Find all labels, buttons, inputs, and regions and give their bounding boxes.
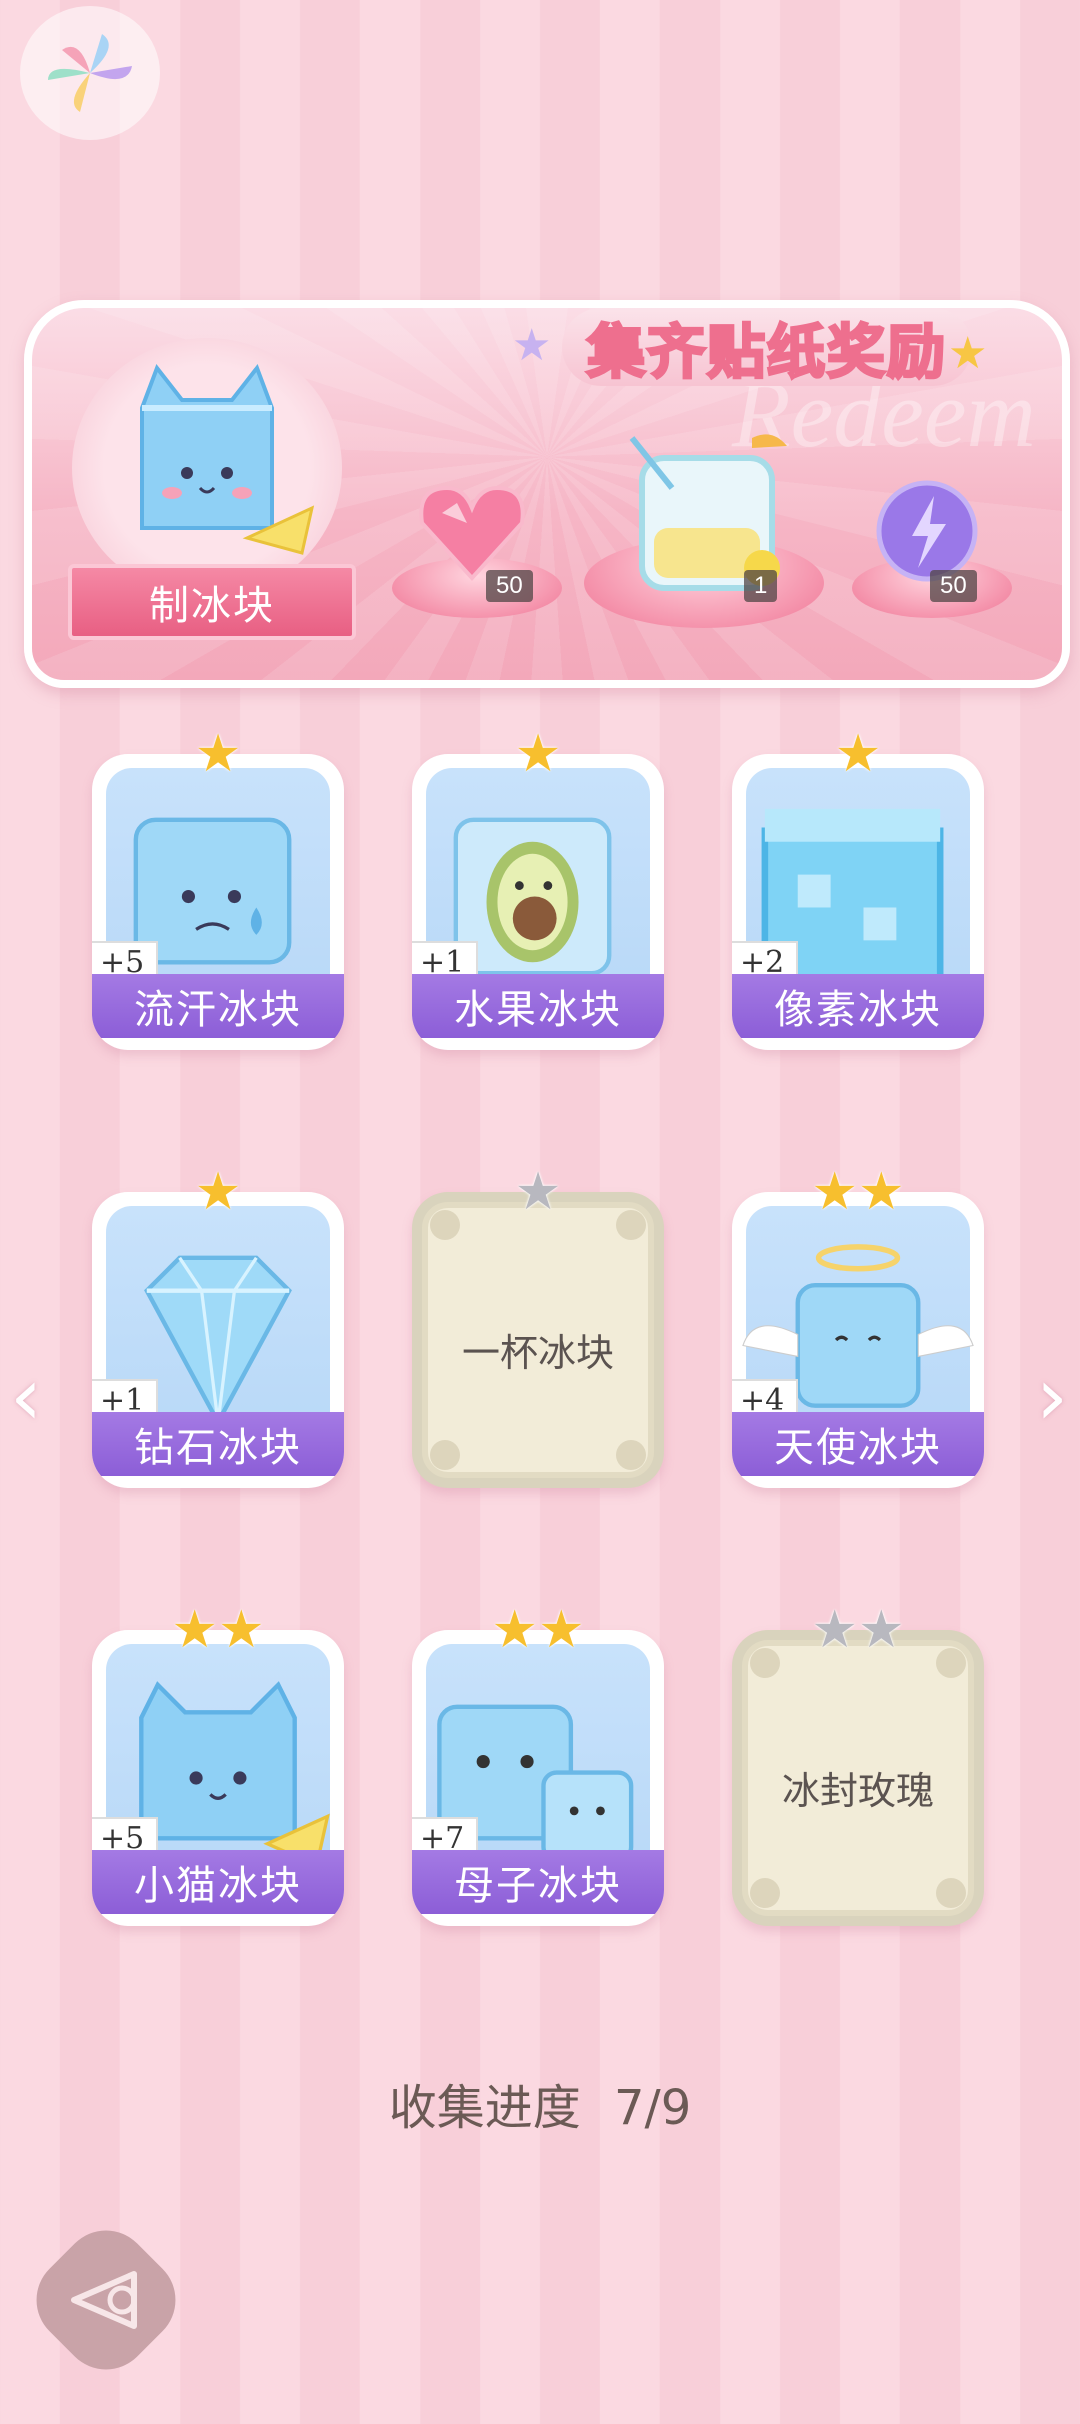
sticker-name: 钻石冰块 xyxy=(92,1412,344,1476)
sticker-card-locked[interactable]: 冰封玫瑰 xyxy=(732,1630,984,1926)
star-icon: ★ xyxy=(491,1600,538,1660)
sticker-stars: ★★ xyxy=(732,1602,984,1658)
sticker-card-collected[interactable]: +4 天使冰块 xyxy=(732,1192,984,1488)
prev-page-arrow[interactable]: ‹ xyxy=(10,1350,42,1443)
sticker-card-collected[interactable]: +1 钻石冰块 xyxy=(92,1192,344,1488)
back-arrow-icon xyxy=(71,2271,137,2329)
make-ice-button[interactable]: 制冰块 xyxy=(68,564,356,640)
make-ice-portrait[interactable] xyxy=(72,338,342,598)
star-icon: ★ xyxy=(834,724,882,784)
reward-count-cup: 1 xyxy=(744,570,778,602)
star-icon: ★ xyxy=(811,1162,858,1222)
sticker-card-collected[interactable]: +2 像素冰块 xyxy=(732,754,984,1050)
sticker-stars: ★ xyxy=(92,726,344,782)
pinwheel-logo-icon xyxy=(48,34,132,112)
card-corner-ornament xyxy=(430,1440,460,1470)
sticker-card-collected[interactable]: +7 母子冰块 xyxy=(412,1630,664,1926)
sticker-name: 水果冰块 xyxy=(412,974,664,1038)
collection-progress: 收集进度 7/9 xyxy=(0,2068,1080,2138)
sticker-card-collected[interactable]: +5 流汗冰块 xyxy=(92,754,344,1050)
star-icon: ★ xyxy=(514,1162,562,1222)
star-icon: ★ xyxy=(811,1600,858,1660)
app-logo[interactable] xyxy=(20,6,160,140)
sticker-card[interactable]: +1 水果冰块 ★ xyxy=(412,726,672,1056)
sticker-card[interactable]: 一杯冰块 ★ xyxy=(412,1164,672,1494)
gold-star-icon: ★ xyxy=(948,328,988,379)
star-icon: ★ xyxy=(194,1162,242,1222)
card-corner-ornament xyxy=(616,1440,646,1470)
sticker-card[interactable]: +1 钻石冰块 ★ xyxy=(92,1164,352,1494)
sticker-card[interactable]: +7 母子冰块 ★★ xyxy=(412,1602,672,1932)
sticker-card[interactable]: +4 天使冰块 ★★ xyxy=(732,1164,992,1494)
sticker-card[interactable]: 冰封玫瑰 ★★ xyxy=(732,1602,992,1932)
sticker-name: 像素冰块 xyxy=(732,974,984,1038)
progress-label: 收集进度 xyxy=(388,2080,581,2136)
purple-star-icon: ★ xyxy=(512,320,552,371)
sticker-card-collected[interactable]: +5 小猫冰块 xyxy=(92,1630,344,1926)
sticker-card[interactable]: +5 小猫冰块 ★★ xyxy=(92,1602,352,1932)
star-icon: ★ xyxy=(538,1600,585,1660)
sticker-stars: ★ xyxy=(732,726,984,782)
sticker-stars: ★★ xyxy=(412,1602,664,1658)
star-icon: ★ xyxy=(858,1600,905,1660)
banner-title: 集齐贴纸奖励 xyxy=(585,317,947,388)
sticker-card-locked[interactable]: 一杯冰块 xyxy=(412,1192,664,1488)
star-icon: ★ xyxy=(858,1162,905,1222)
cat-ice-cube-icon xyxy=(140,363,315,555)
sticker-card-collected[interactable]: +1 水果冰块 xyxy=(412,754,664,1050)
reward-count-heart: 50 xyxy=(486,570,533,602)
star-icon: ★ xyxy=(171,1600,218,1660)
sticker-name: 流汗冰块 xyxy=(92,974,344,1038)
sticker-name-locked: 冰封玫瑰 xyxy=(781,1769,934,1813)
sticker-card[interactable]: +2 像素冰块 ★ xyxy=(732,726,992,1056)
star-icon: ★ xyxy=(218,1600,265,1660)
sticker-stars: ★★ xyxy=(92,1602,344,1658)
sticker-card[interactable]: +5 流汗冰块 ★ xyxy=(92,726,352,1056)
sticker-stars: ★ xyxy=(412,726,664,782)
progress-value: 7/9 xyxy=(614,2080,692,2136)
sticker-name: 天使冰块 xyxy=(732,1412,984,1476)
back-button[interactable] xyxy=(18,2212,194,2388)
banner-title-plate: 集齐贴纸奖励 xyxy=(562,308,972,388)
sticker-stars: ★ xyxy=(92,1164,344,1220)
sticker-reward-banner: Redeem 集齐贴纸奖励 ★ ★ 制冰块 50 1 50 xyxy=(24,300,1070,688)
star-icon: ★ xyxy=(194,724,242,784)
sticker-name-locked: 一杯冰块 xyxy=(461,1331,614,1375)
sticker-name: 小猫冰块 xyxy=(92,1850,344,1914)
sticker-stars: ★ xyxy=(412,1164,664,1220)
next-page-arrow[interactable]: › xyxy=(1036,1350,1068,1443)
sticker-stars: ★★ xyxy=(732,1164,984,1220)
star-icon: ★ xyxy=(514,724,562,784)
card-corner-ornament xyxy=(936,1878,966,1908)
card-corner-ornament xyxy=(750,1878,780,1908)
reward-count-orb: 50 xyxy=(930,570,977,602)
sticker-name: 母子冰块 xyxy=(412,1850,664,1914)
